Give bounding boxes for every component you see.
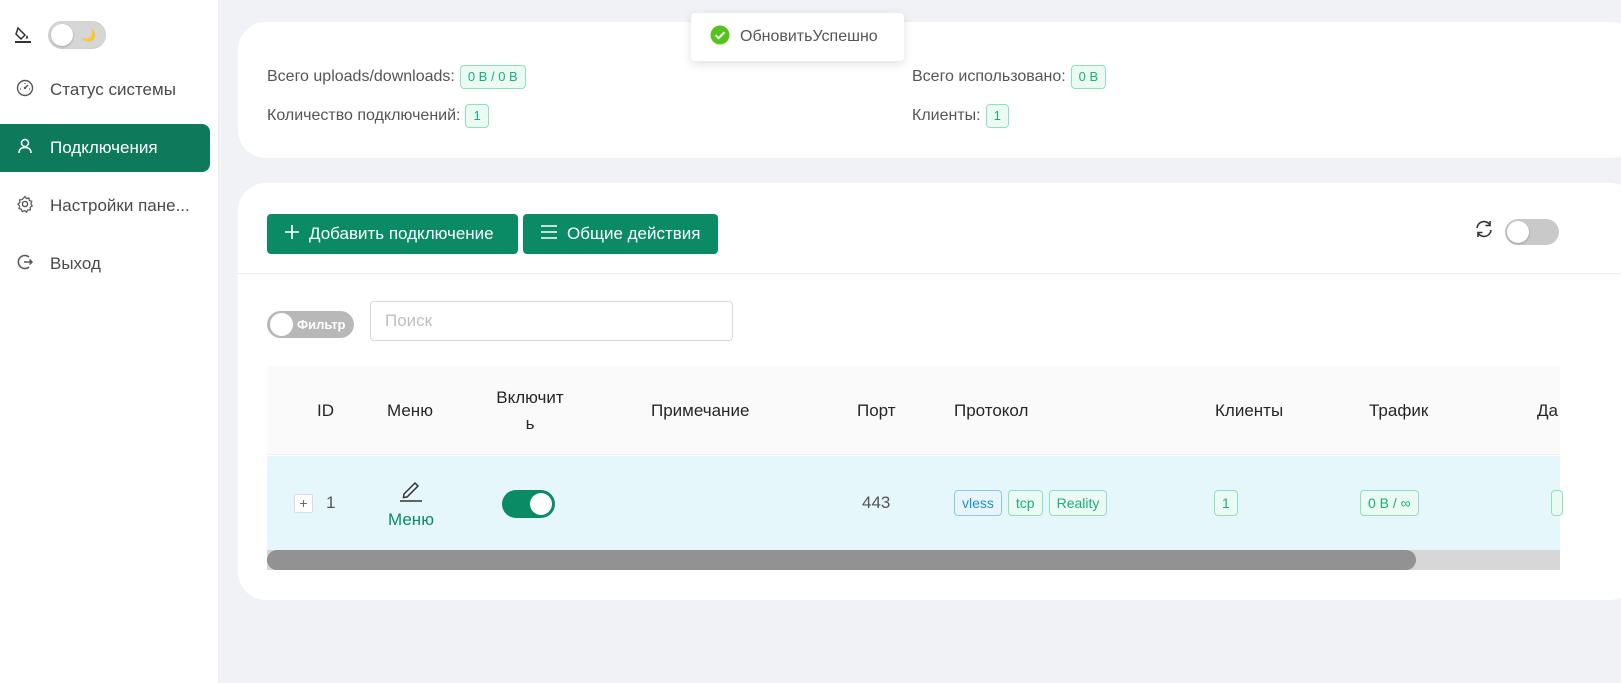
column-header-id[interactable]: ID (317, 366, 334, 455)
date-tag-cut (1551, 490, 1563, 516)
stat-value-tag: 0 B (1070, 65, 1107, 89)
traffic-tag: 0 B / ∞ (1360, 490, 1419, 516)
dashboard-icon (16, 79, 34, 102)
stat-value-tag: 1 (465, 104, 489, 128)
protocol-tag: tcp (1007, 490, 1043, 516)
stat-clients: Клиенты: 1 (912, 104, 1009, 128)
row-clients: 1 (1214, 490, 1238, 516)
stat-total-used: Всего использовано: 0 B (912, 65, 1107, 89)
column-header-protocol[interactable]: Протокол (954, 366, 1028, 455)
general-actions-button[interactable]: Общие действия (523, 214, 718, 254)
row-traffic: 0 B / ∞ (1360, 490, 1419, 516)
protocol-tag: Reality (1048, 490, 1108, 516)
sidebar-item-label: Настройки пане... (50, 196, 190, 215)
sidebar-item-system-status[interactable]: Статус системы (0, 66, 219, 114)
scrollbar-thumb[interactable] (267, 550, 1416, 570)
search-input[interactable] (370, 301, 733, 341)
expand-row-button[interactable]: + (294, 494, 313, 513)
enable-switch[interactable] (502, 490, 555, 518)
filter-toggle[interactable]: Фильтр (267, 311, 354, 338)
user-icon (16, 137, 34, 160)
row-port: 443 (862, 493, 891, 512)
row-date-partial (1551, 490, 1563, 516)
stat-connections-count: Количество подключений: 1 (267, 104, 489, 128)
sidebar-nav: Статус системы Подключения Настройки пан… (0, 66, 219, 298)
stat-label: Количество подключений: (267, 107, 461, 124)
toggle-knob (1507, 221, 1529, 243)
toast-message: ОбновитьУспешно (740, 28, 878, 45)
refresh-icon[interactable] (1474, 219, 1494, 242)
general-actions-label: Общие действия (567, 224, 701, 243)
theme-row: 🌙 (14, 20, 106, 50)
horizontal-scrollbar[interactable] (267, 550, 1560, 570)
filter-toggle-label: Фильтр (297, 317, 346, 332)
plus-icon (285, 224, 299, 244)
column-header-clients[interactable]: Клиенты (1215, 366, 1283, 455)
protocol-tag: vless (954, 490, 1002, 516)
sidebar: 🌙 Статус системы Подключения Настройки п… (0, 0, 219, 683)
stat-label: Клиенты: (912, 107, 981, 124)
table-row: + 1 Меню 443 vless tcp Reality 1 0 B / ∞ (267, 456, 1563, 550)
stat-label: Всего uploads/downloads: (267, 68, 455, 85)
auto-refresh-toggle[interactable] (1505, 219, 1559, 245)
table-header: ID Меню Включить Примечание Порт Протоко… (267, 366, 1560, 455)
menu-icon (541, 224, 557, 244)
stat-total-upload-download: Всего uploads/downloads: 0 B / 0 B (267, 65, 526, 89)
add-inbound-label: Добавить подключение (309, 224, 494, 243)
sidebar-item-label: Статус системы (50, 80, 176, 99)
logout-icon (16, 253, 34, 276)
success-toast: ОбновитьУспешно (691, 13, 904, 61)
add-inbound-button[interactable]: Добавить подключение (267, 214, 518, 254)
stat-value-tag: 0 B / 0 B (459, 65, 526, 89)
column-header-remark[interactable]: Примечание (651, 366, 749, 455)
stat-value-tag: 1 (985, 104, 1009, 128)
column-header-traffic[interactable]: Трафик (1369, 366, 1428, 455)
sidebar-item-inbounds[interactable]: Подключения (0, 124, 210, 172)
column-header-enable[interactable]: Включить (493, 366, 567, 455)
toolbar-divider (238, 273, 1621, 274)
toggle-knob (530, 493, 552, 515)
paint-bucket-icon[interactable] (14, 26, 32, 44)
moon-icon: 🌙 (81, 28, 96, 42)
row-protocol-tags: vless tcp Reality (954, 490, 1108, 516)
column-header-port[interactable]: Порт (857, 366, 896, 455)
edit-icon (398, 476, 424, 507)
row-menu-button[interactable]: Меню (388, 476, 434, 530)
inbounds-card: Добавить подключение Общие действия Филь… (238, 183, 1621, 600)
gear-icon (16, 195, 34, 218)
clients-tag: 1 (1214, 490, 1238, 516)
sidebar-item-label: Выход (50, 254, 101, 273)
toggle-knob (270, 313, 293, 336)
sidebar-item-logout[interactable]: Выход (0, 240, 219, 288)
dark-mode-toggle[interactable]: 🌙 (48, 21, 106, 49)
row-menu-label: Меню (388, 510, 434, 529)
stat-label: Всего использовано: (912, 68, 1066, 85)
sidebar-item-label: Подключения (50, 138, 158, 157)
toggle-knob (51, 24, 73, 46)
column-header-menu[interactable]: Меню (387, 366, 433, 455)
row-id: 1 (326, 493, 336, 512)
check-circle-icon (710, 25, 730, 50)
stats-card: Всего uploads/downloads: 0 B / 0 B Всего… (238, 22, 1621, 158)
sidebar-item-panel-settings[interactable]: Настройки пане... (0, 182, 219, 230)
column-header-date[interactable]: Да (1537, 366, 1558, 455)
